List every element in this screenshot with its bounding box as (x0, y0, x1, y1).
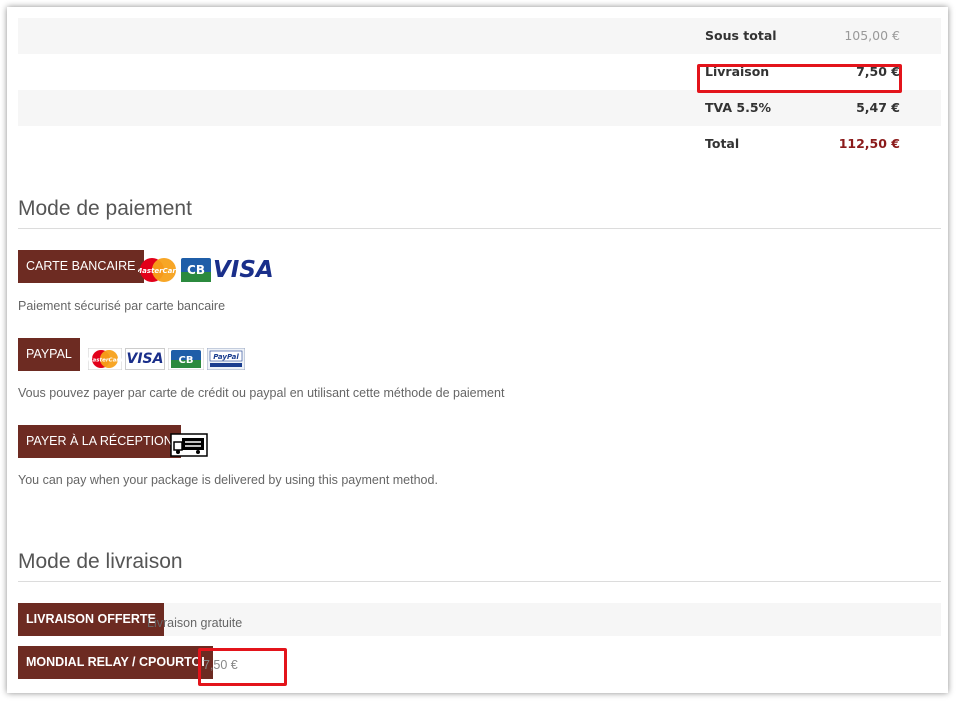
visa-small-text: VISA (126, 351, 164, 367)
cb-small-logo: CB (167, 347, 205, 371)
order-totals: Sous total 105,00 € Livraison 7,50 € TVA… (18, 18, 941, 162)
free-shipping-label: Livraison gratuite (147, 616, 243, 630)
mastercard-logo: MasterCard (135, 257, 182, 283)
paypal-text: PayPal (213, 353, 239, 361)
cb-logo: CB (181, 258, 211, 282)
total-value: 112,50 € (838, 136, 900, 151)
free-shipping-button[interactable]: LIVRAISON OFFERTE (18, 603, 164, 636)
delivery-truck-icon (170, 433, 208, 457)
visa-logo: VISA (213, 257, 274, 283)
mondial-relay-button[interactable]: MONDIAL RELAY / CPOURTOI (18, 646, 213, 679)
mondial-relay-price: 7,50 € (203, 658, 238, 672)
shipping-value: 7,50 € (856, 64, 900, 79)
paypal-payment-description: Vous pouvez payer par carte de crédit ou… (18, 386, 505, 400)
visa-small-logo: VISA (125, 348, 165, 370)
mastercard-small-logo: MasterCard (87, 347, 123, 371)
shipping-row: Livraison 7,50 € (18, 54, 941, 90)
subtotal-label: Sous total (705, 28, 777, 43)
subtotal-row: Sous total 105,00 € (18, 18, 941, 54)
payment-section-title: Mode de paiement (18, 197, 941, 229)
cash-on-delivery-button[interactable]: PAYER À LA RÉCEPTION (18, 425, 181, 458)
cb-small-text: CB (179, 355, 194, 366)
shipping-option-free: LIVRAISON OFFERTE Livraison gratuite (18, 603, 941, 636)
vat-value: 5,47 € (856, 100, 900, 115)
card-payment-button[interactable]: CARTE BANCAIRE (18, 250, 144, 283)
vat-row: TVA 5.5% 5,47 € (18, 90, 941, 126)
vat-label: TVA 5.5% (705, 100, 772, 115)
shipping-option-mondial-relay: MONDIAL RELAY / CPOURTOI 7,50 € (18, 646, 941, 679)
mastercard-text: MasterCard (138, 267, 178, 275)
total-label: Total (705, 136, 740, 151)
paypal-logo: PayPal (206, 347, 246, 371)
paypal-payment-button[interactable]: PAYPAL (18, 338, 80, 371)
card-payment-description: Paiement sécurisé par carte bancaire (18, 299, 226, 313)
shipping-section-title: Mode de livraison (18, 550, 941, 582)
mastercard-small-text: MasterCard (88, 358, 122, 364)
cb-text: CB (187, 263, 205, 277)
total-row: Total 112,50 € (18, 126, 941, 162)
shipping-label: Livraison (705, 64, 770, 79)
subtotal-value: 105,00 € (844, 28, 900, 43)
cash-on-delivery-description: You can pay when your package is deliver… (18, 473, 438, 487)
